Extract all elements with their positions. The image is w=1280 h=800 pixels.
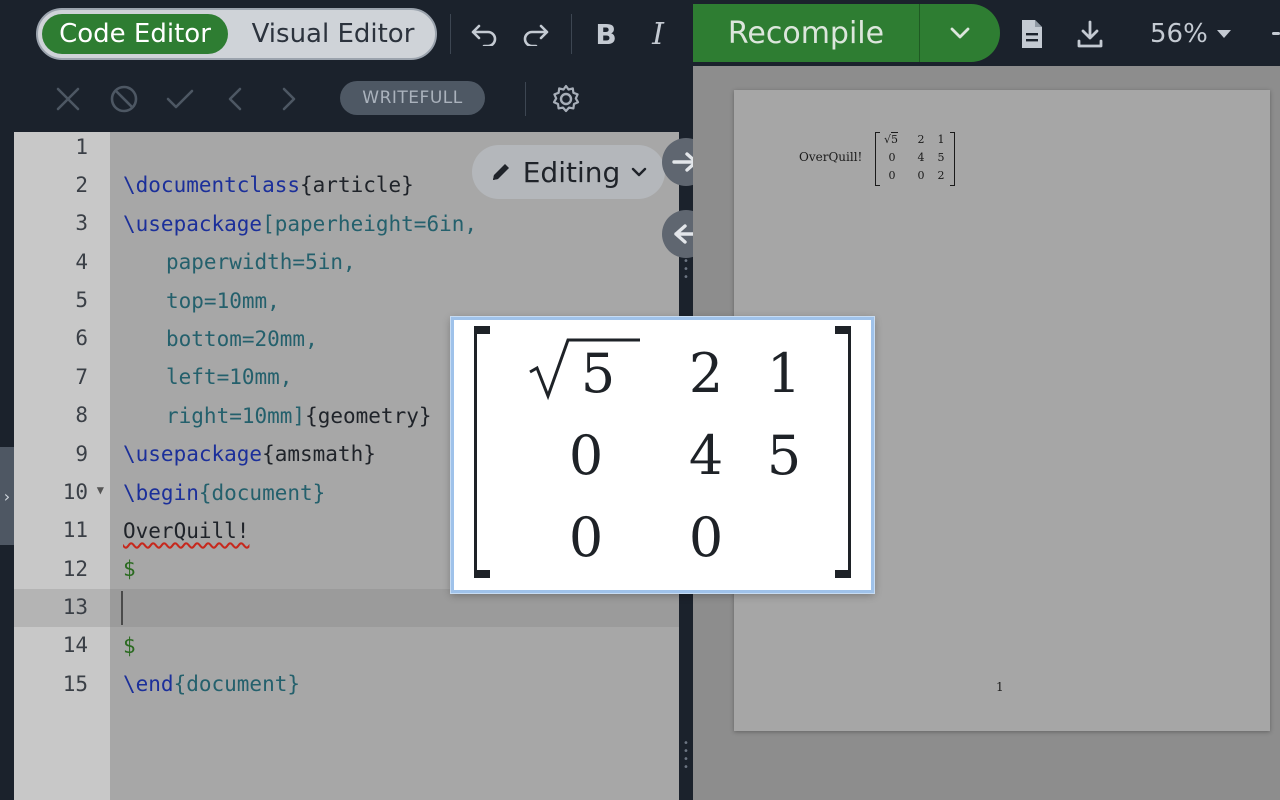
spellcheck-word: OverQuill! [123, 519, 250, 543]
editor-mode-toggle[interactable]: Code Editor Visual Editor [36, 8, 437, 60]
matrix-cell: 0 [888, 169, 896, 182]
line-number: 14 [62, 633, 88, 657]
line-number: 6 [75, 326, 88, 350]
editing-mode-dropdown[interactable]: Editing [472, 145, 665, 199]
chevron-down-icon [632, 167, 647, 177]
line-number: 15 [62, 672, 88, 696]
code-line[interactable]: \usepackage[paperheight=6in, [123, 205, 477, 243]
download-icon[interactable] [1072, 14, 1108, 54]
chevron-right-icon[interactable] [272, 82, 306, 116]
redo-icon[interactable] [518, 16, 554, 52]
code-line[interactable]: \usepackage{amsmath} [123, 435, 376, 473]
undo-icon[interactable] [466, 16, 502, 52]
line-number: 9 [75, 442, 88, 466]
matrix-cell: 0 [568, 506, 604, 569]
line-number: 13 [62, 595, 88, 619]
accept-icon[interactable] [163, 82, 197, 116]
logs-file-icon[interactable] [1014, 14, 1050, 54]
file-tree-toggle[interactable]: › [0, 447, 14, 545]
main-toolbar: Code Editor Visual Editor B I Recompile … [0, 0, 1280, 66]
line-number: 5 [75, 288, 88, 312]
line-number: 2 [75, 173, 88, 197]
chevron-down-icon [950, 27, 970, 39]
text-cursor [121, 591, 123, 625]
code-line[interactable]: top=10mm, [166, 282, 280, 320]
splitter-grip-icon[interactable]: • • • [683, 257, 689, 283]
active-line [110, 589, 679, 627]
zoom-level: 56% [1150, 19, 1208, 49]
recompile-options-button[interactable] [920, 4, 1000, 62]
pencil-icon [492, 164, 509, 180]
reject-icon[interactable] [51, 82, 85, 116]
review-toolbar: WRITEFULL [0, 66, 693, 132]
writefull-button[interactable]: WRITEFULL [340, 81, 485, 115]
line-number: 11 [62, 518, 88, 542]
code-line[interactable]: \begin{document} [123, 474, 325, 512]
line-number: 7 [75, 365, 88, 389]
toolbar-divider [525, 82, 526, 116]
matrix-cell: 2 [688, 342, 724, 405]
code-line[interactable]: bottom=20mm, [166, 320, 318, 358]
pdf-matrix: √5 2 1 0 4 5 0 0 2 [875, 132, 955, 186]
toolbar-divider [571, 14, 572, 54]
pdf-text: OverQuill! [799, 150, 863, 164]
matrix-cell: 2 [937, 169, 945, 182]
code-line[interactable]: right=10mm]{geometry} [166, 397, 432, 435]
line-number: 4 [75, 250, 88, 274]
recompile-button-group: Recompile [693, 4, 1000, 62]
matrix-cell: 1 [937, 133, 945, 146]
preview-right-bracket [835, 326, 851, 578]
chevron-right-icon: › [3, 486, 11, 506]
ignore-icon[interactable] [107, 82, 141, 116]
line-number: 10 ▼ [62, 480, 104, 504]
bold-button[interactable]: B [588, 14, 624, 54]
matrix-cell: 2 [917, 133, 925, 146]
line-number: 3 [75, 211, 88, 235]
more-icon[interactable] [1268, 28, 1280, 40]
caret-down-icon [1216, 30, 1231, 38]
line-number: 1 [75, 135, 88, 159]
line-number: 8 [75, 403, 88, 427]
math-preview-popup: 5 2 1 0 4 5 0 0 [451, 317, 874, 593]
matrix-cell: 0 [688, 506, 724, 569]
zoom-select[interactable]: 56% [1150, 14, 1232, 54]
fold-toggle-icon[interactable]: ▼ [97, 483, 104, 497]
recompile-button[interactable]: Recompile [693, 4, 919, 62]
preview-left-bracket [474, 326, 490, 578]
matrix-cell: 0 [917, 169, 925, 182]
code-line[interactable]: paperwidth=5in, [166, 243, 356, 281]
code-editor-button[interactable]: Code Editor [42, 14, 228, 54]
splitter-grip-icon[interactable]: • • • • [683, 739, 689, 773]
code-line[interactable]: left=10mm, [166, 358, 292, 396]
matrix-cell: 0 [568, 424, 604, 487]
matrix-cell: 0 [888, 151, 896, 164]
code-line[interactable]: \documentclass{article} [123, 166, 414, 204]
line-number: 12 [62, 557, 88, 581]
matrix-cell: 1 [766, 342, 802, 405]
pdf-page-number: 1 [996, 680, 1004, 694]
code-line[interactable]: OverQuill! [123, 512, 249, 550]
matrix-cell: 4 [688, 424, 724, 487]
code-line[interactable]: $ [123, 627, 136, 665]
editing-mode-label: Editing [522, 155, 621, 189]
matrix-left-bracket [875, 132, 880, 186]
matrix-cell: 5 [766, 424, 802, 487]
settings-gear-icon[interactable] [549, 82, 583, 116]
matrix-cell: 4 [917, 151, 925, 164]
matrix-cell: 5 [580, 342, 616, 405]
code-line[interactable]: $ [123, 550, 136, 588]
matrix-cell: √5 [883, 133, 898, 146]
visual-editor-button[interactable]: Visual Editor [238, 14, 428, 54]
matrix-cell: 5 [937, 151, 945, 164]
toolbar-divider [450, 14, 451, 54]
italic-button[interactable]: I [640, 14, 676, 54]
code-line[interactable]: \end{document} [123, 665, 300, 703]
chevron-left-icon[interactable] [218, 82, 252, 116]
